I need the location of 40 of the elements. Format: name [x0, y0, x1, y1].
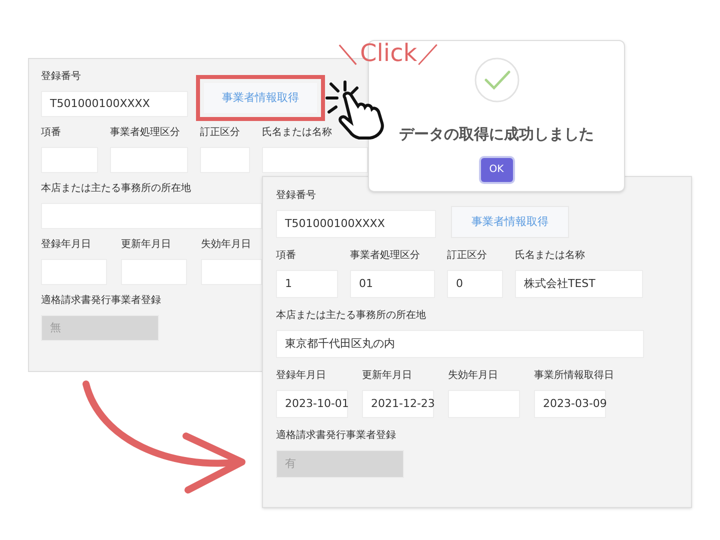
input-field[interactable]: 0 [447, 270, 503, 298]
field-label: 項番 [41, 127, 61, 139]
dialog-message: データの取得に成功しました [399, 124, 594, 145]
input-field[interactable]: 2023-03-09 [534, 390, 606, 418]
field-label: 適格請求書発行事業者登録 [276, 430, 396, 442]
field-label: 更新年月日 [362, 370, 412, 382]
field-label: 訂正区分 [200, 127, 240, 139]
field-label: 訂正区分 [447, 250, 487, 262]
field-label: 氏名または名称 [515, 250, 585, 262]
field-label: 適格請求書発行事業者登録 [41, 295, 161, 307]
input-field[interactable]: 2021-12-23 [362, 390, 434, 418]
field-label: 登録番号 [41, 71, 81, 83]
field-label: 登録番号 [276, 190, 316, 202]
input-field[interactable]: T501000100XXXX [276, 210, 436, 238]
field-label: 事業者処理区分 [350, 250, 420, 262]
click-caption: ＼Click／ [336, 38, 442, 68]
field-label: 失効年月日 [448, 370, 498, 382]
input-field[interactable]: T501000100XXXX [41, 91, 188, 117]
input-field: 無 [41, 315, 159, 341]
ok-button[interactable]: OK [480, 158, 512, 182]
field-label: 更新年月日 [121, 239, 171, 251]
input-field[interactable] [262, 147, 368, 173]
input-field[interactable] [201, 259, 262, 285]
field-label: 本店または主たる事務所の所在地 [41, 183, 191, 195]
input-field[interactable]: 東京都千代田区丸の内 [276, 330, 644, 358]
input-field: 有 [276, 450, 404, 478]
input-field[interactable]: 2023-10-01 [276, 390, 348, 418]
field-label: 事業所情報取得日 [534, 370, 614, 382]
field-label: 項番 [276, 250, 296, 262]
input-field[interactable]: 株式会社TEST [515, 270, 643, 298]
field-label: 失効年月日 [201, 239, 251, 251]
field-label: 登録年月日 [276, 370, 326, 382]
check-icon [474, 57, 520, 103]
field-label: 本店または主たる事務所の所在地 [276, 310, 426, 322]
field-label: 事業者処理区分 [110, 127, 180, 139]
field-label: 氏名または名称 [262, 127, 332, 139]
input-field[interactable] [41, 203, 262, 229]
input-field[interactable]: 01 [350, 270, 435, 298]
input-field[interactable]: 1 [276, 270, 338, 298]
field-label: 登録年月日 [41, 239, 91, 251]
